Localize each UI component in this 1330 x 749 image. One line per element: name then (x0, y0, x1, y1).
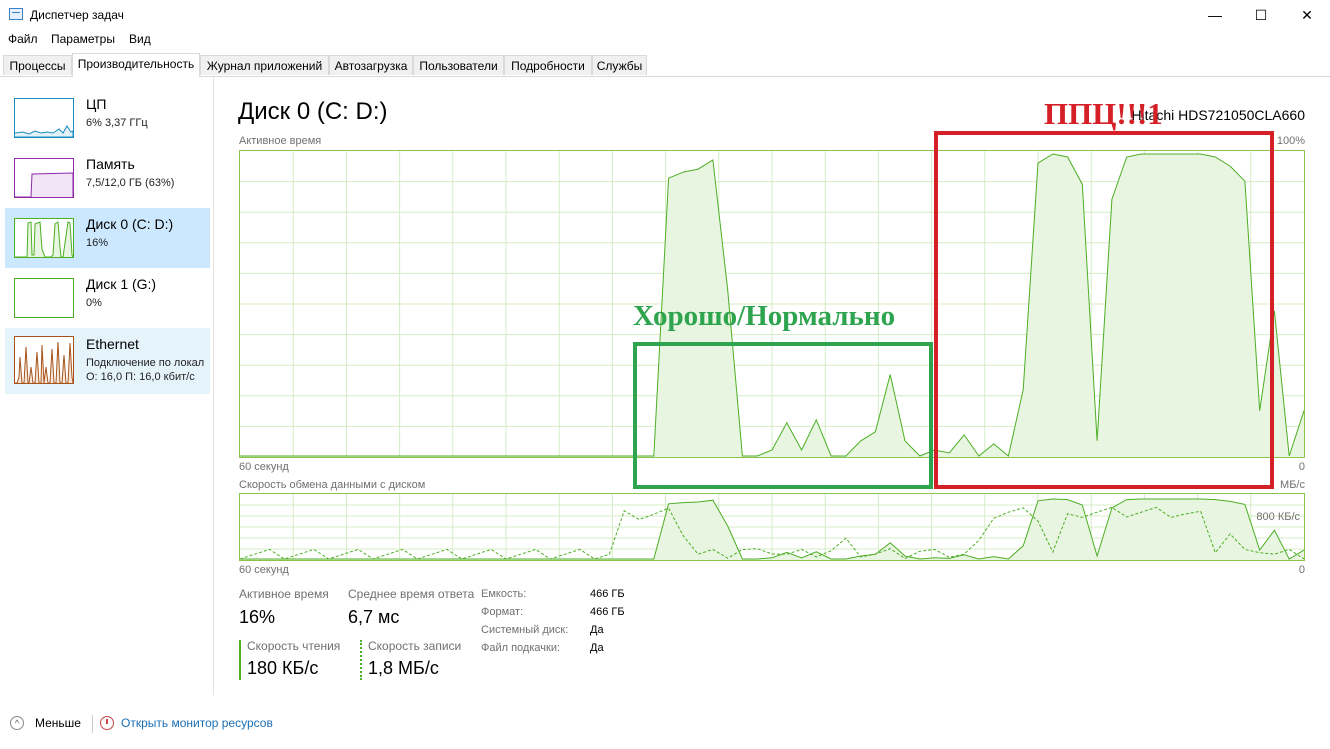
minimize-button[interactable]: — (1192, 0, 1238, 30)
prop-capacity-value: 466 ГБ (590, 588, 625, 600)
resource-monitor-icon (100, 716, 114, 730)
stat-read-value: 180 КБ/с (247, 658, 319, 678)
tab-services[interactable]: Службы (592, 55, 647, 75)
sidebar-item-memory[interactable]: Память 7,5/12,0 ГБ (63%) (5, 148, 210, 208)
sidebar-memory-title: Память (86, 156, 135, 172)
menu-params[interactable]: Параметры (51, 32, 115, 46)
sidebar-item-cpu[interactable]: ЦП 6% 3,37 ГГц (5, 88, 210, 148)
sidebar: ЦП 6% 3,37 ГГц Память 7,5/12,0 ГБ (63%) … (0, 77, 214, 695)
prop-pagefile-label: Файл подкачки: (481, 642, 561, 654)
tab-startup[interactable]: Автозагрузка (329, 55, 413, 75)
menu-view[interactable]: Вид (129, 32, 151, 46)
annotation-red-box (934, 131, 1274, 489)
task-manager-icon (9, 8, 23, 20)
tab-performance[interactable]: Производительность (72, 53, 200, 77)
sidebar-disk0-title: Диск 0 (C: D:) (86, 216, 174, 232)
read-speed-marker (239, 640, 241, 680)
transfer-rate-graph: 800 КБ/с (239, 493, 1305, 561)
open-resource-monitor-link[interactable]: Открыть монитор ресурсов (121, 716, 273, 730)
fewer-details-link[interactable]: Меньше (35, 716, 81, 730)
prop-pagefile-value: Да (590, 642, 604, 654)
disk1-thumbnail (14, 278, 74, 318)
stat-read-label: Скорость чтения (247, 639, 341, 653)
graph1-time-label: 60 секунд (239, 461, 289, 473)
prop-format-label: Формат: (481, 606, 524, 618)
ethernet-thumbnail (14, 336, 74, 384)
sidebar-cpu-sub: 6% 3,37 ГГц (86, 117, 148, 129)
stat-active-time-value: 16% (239, 607, 276, 627)
tab-bar: Процессы Производительность Журнал прило… (0, 53, 1330, 77)
transfer-rate-chart (239, 494, 1305, 560)
stat-avg-response-label: Среднее время ответа (348, 587, 475, 601)
sidebar-ethernet-title: Ethernet (86, 336, 139, 352)
tab-processes[interactable]: Процессы (3, 55, 72, 75)
graph2-zero-label: 0 (1298, 564, 1305, 576)
sidebar-disk1-sub: 0% (86, 297, 102, 309)
sidebar-ethernet-sub: Подключение по локал (86, 357, 205, 369)
sidebar-cpu-title: ЦП (86, 96, 107, 112)
maximize-button[interactable]: ☐ (1238, 0, 1284, 30)
tab-app-history[interactable]: Журнал приложений (200, 55, 329, 75)
graph2-time-label: 60 секунд (239, 564, 289, 576)
footer: ^ Меньше Открыть монитор ресурсов (0, 705, 1330, 749)
tab-users[interactable]: Пользователи (413, 55, 504, 75)
footer-divider (92, 715, 93, 733)
sidebar-memory-sub: 7,5/12,0 ГБ (63%) (86, 177, 175, 189)
stat-write-label: Скорость записи (368, 639, 462, 653)
sidebar-item-disk0[interactable]: Диск 0 (C: D:) 16% (5, 208, 210, 268)
prop-system-disk-value: Да (590, 624, 604, 636)
sidebar-disk1-title: Диск 1 (G:) (86, 276, 157, 292)
sidebar-item-disk1[interactable]: Диск 1 (G:) 0% (5, 268, 210, 328)
window-title: Диспетчер задач (30, 8, 124, 22)
transfer-rate-mid-label: 800 КБ/с (1256, 511, 1300, 523)
disk0-thumbnail (14, 218, 74, 258)
page-title: Диск 0 (C: D:) (238, 98, 388, 125)
close-button[interactable]: ✕ (1284, 0, 1330, 30)
active-time-graph-label: Активное время (239, 135, 322, 147)
sidebar-disk0-sub: 16% (86, 237, 109, 249)
transfer-rate-unit: МБ/с (1280, 479, 1305, 491)
annotation-red-label: ППЦ!!!1 (1044, 96, 1163, 131)
memory-thumbnail (14, 158, 74, 198)
tab-details[interactable]: Подробности (504, 55, 592, 75)
transfer-rate-label: Скорость обмена данными с диском (239, 479, 426, 491)
prop-capacity-label: Емкость: (481, 588, 527, 600)
annotation-green-box (633, 342, 933, 489)
graph1-zero-label: 0 (1298, 461, 1305, 473)
prop-system-disk-label: Системный диск: (481, 624, 569, 636)
stat-avg-response-value: 6,7 мс (348, 607, 400, 627)
title-bar: Диспетчер задач — ☐ ✕ (0, 0, 1330, 30)
sidebar-item-ethernet[interactable]: Ethernet Подключение по локал О: 16,0 П:… (5, 328, 210, 394)
chevron-up-icon[interactable]: ^ (10, 716, 24, 730)
prop-format-value: 466 ГБ (590, 606, 625, 618)
write-speed-marker (360, 640, 362, 680)
cpu-thumbnail (14, 98, 74, 138)
menu-file[interactable]: Файл (8, 32, 38, 46)
active-time-max-label: 100% (1276, 135, 1305, 147)
stat-active-time-label: Активное время (239, 587, 329, 601)
sidebar-ethernet-rates: О: 16,0 П: 16,0 кбит/с (86, 371, 195, 383)
annotation-green-label: Хорошо/Нормально (633, 300, 896, 332)
stat-write-value: 1,8 МБ/с (368, 658, 439, 678)
